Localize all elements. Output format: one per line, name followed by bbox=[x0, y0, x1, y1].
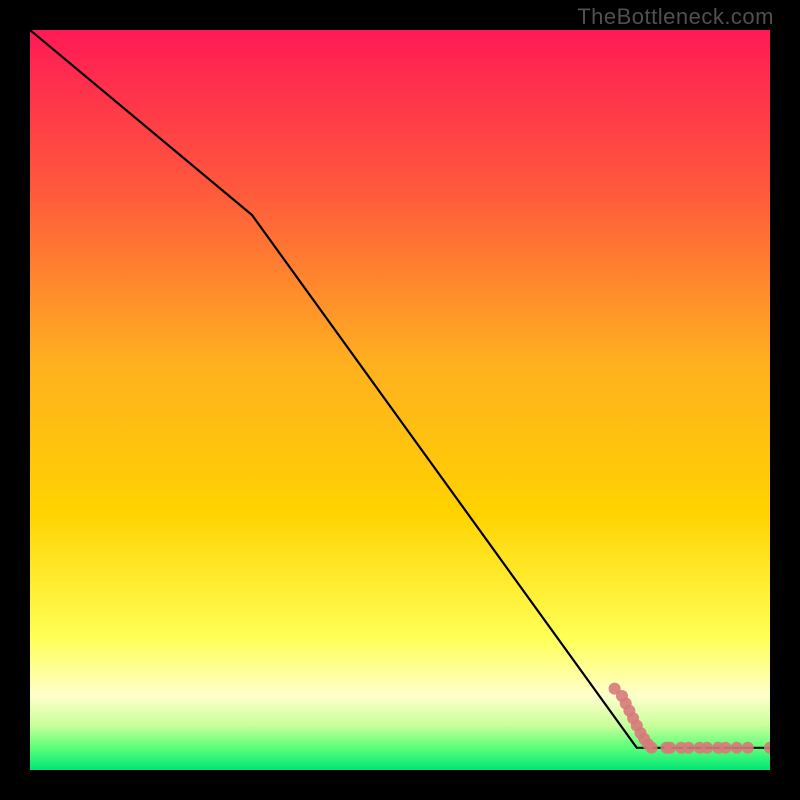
chart-container: TheBottleneck.com bbox=[0, 0, 800, 800]
data-point bbox=[720, 742, 732, 754]
watermark-text: TheBottleneck.com bbox=[577, 4, 774, 30]
data-point bbox=[683, 742, 695, 754]
data-point bbox=[742, 742, 754, 754]
data-point bbox=[731, 742, 743, 754]
data-point bbox=[664, 742, 676, 754]
data-point bbox=[646, 742, 658, 754]
plot-area bbox=[30, 30, 770, 770]
data-point bbox=[701, 742, 713, 754]
chart-svg bbox=[30, 30, 770, 770]
gradient-background bbox=[30, 30, 770, 770]
